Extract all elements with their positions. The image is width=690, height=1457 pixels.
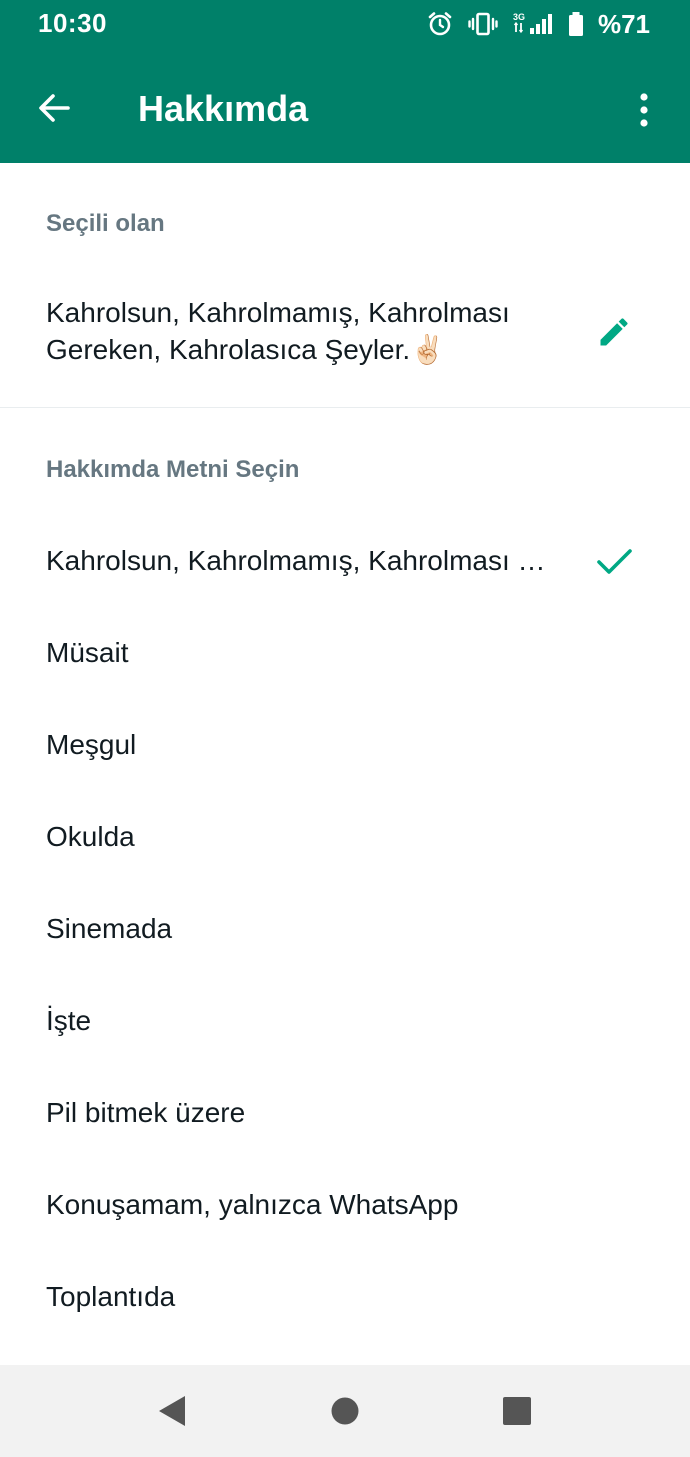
check-icon (597, 549, 632, 574)
nav-home-button[interactable] (325, 1391, 365, 1431)
nav-home-icon (331, 1397, 359, 1425)
edit-about-button[interactable] (592, 310, 636, 354)
vibrate-icon (468, 10, 498, 38)
system-nav-bar (0, 1365, 690, 1457)
current-about-row[interactable]: Kahrolsun, Kahrolmamış, Kahrolması Gerek… (0, 270, 690, 390)
back-button[interactable] (30, 84, 78, 132)
status-bar: 10:30 3G %71 (0, 0, 690, 50)
alarm-icon (426, 10, 454, 38)
nav-back-button[interactable] (152, 1391, 192, 1431)
about-option-6[interactable]: Pil bitmek üzere (0, 1067, 690, 1159)
more-vert-icon (640, 93, 648, 127)
nav-recents-icon (503, 1397, 531, 1425)
about-option-0[interactable]: Kahrolsun, Kahrolmamış, Kahrolması Gerek… (0, 515, 690, 607)
about-option-label: Meşgul (46, 729, 137, 760)
section-divider (0, 407, 690, 408)
more-options-button[interactable] (620, 84, 668, 136)
pencil-icon (600, 318, 628, 346)
about-option-1[interactable]: Müsait (0, 607, 690, 699)
about-option-label: Pil bitmek üzere (46, 1097, 246, 1128)
current-about-text: Kahrolsun, Kahrolmamış, Kahrolması Gerek… (46, 297, 510, 365)
nav-back-icon (159, 1396, 185, 1426)
about-option-3[interactable]: Okulda (0, 791, 690, 883)
about-option-label: Konuşamam, yalnızca WhatsApp (46, 1189, 459, 1220)
about-option-label: Okulda (46, 821, 135, 852)
page-title: Hakkımda (138, 88, 309, 129)
status-time: 10:30 (38, 8, 107, 38)
about-option-5[interactable]: İşte (0, 975, 690, 1067)
about-option-7[interactable]: Konuşamam, yalnızca WhatsApp (0, 1159, 690, 1251)
about-option-label: İşte (46, 1005, 92, 1036)
about-option-label: Müsait (46, 637, 129, 668)
about-option-label: Toplantıda (46, 1281, 176, 1312)
about-options-list: Kahrolsun, Kahrolmamış, Kahrolması Gerek… (0, 515, 690, 1343)
about-option-label: Sinemada (46, 913, 173, 944)
battery-percentage: %71 (597, 8, 650, 39)
select-about-header: Hakkımda Metni Seçin (46, 456, 300, 483)
about-option-4[interactable]: Sinemada (0, 883, 690, 975)
toolbar: Hakkımda (0, 60, 690, 163)
app-bar: 10:30 3G %71 Hakkımda (0, 0, 690, 163)
current-about-header: Seçili olan (46, 210, 165, 237)
about-option-label: Kahrolsun, Kahrolmamış, Kahrolması Gerek… (46, 545, 566, 576)
back-arrow-icon (39, 94, 70, 122)
nav-recents-button[interactable] (497, 1391, 537, 1431)
status-icons: 3G %71 (426, 8, 650, 40)
battery-icon (568, 10, 584, 38)
about-option-2[interactable]: Meşgul (0, 699, 690, 791)
signal-icon: 3G (512, 10, 554, 38)
about-option-8[interactable]: Toplantıda (0, 1251, 690, 1343)
network-type-label: 3G (513, 12, 525, 22)
